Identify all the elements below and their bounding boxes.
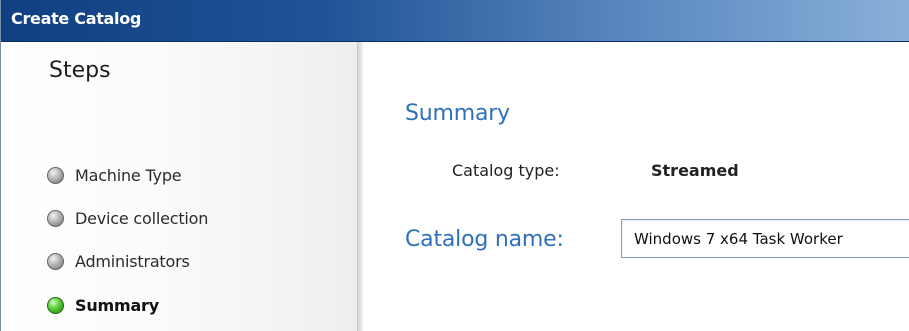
sidebar-item-label: Machine Type	[75, 165, 182, 185]
title-bar: Create Catalog	[1, 0, 909, 42]
window-title: Create Catalog	[11, 9, 142, 28]
sidebar-item-label: Device collection	[75, 208, 209, 228]
sidebar-item-device-collection[interactable]: Device collection	[47, 206, 208, 230]
create-catalog-window: Create Catalog Steps Machine Type Device…	[0, 0, 909, 331]
catalog-name-input[interactable]	[621, 219, 909, 258]
catalog-name-label: Catalog name:	[405, 227, 564, 252]
sidebar-item-label: Summary	[75, 295, 159, 315]
catalog-type-label: Catalog type:	[452, 161, 560, 180]
catalog-type-value: Streamed	[651, 161, 739, 180]
gray-circle-icon	[47, 166, 64, 184]
sidebar-item-label: Administrators	[75, 251, 190, 271]
gray-circle-icon	[47, 252, 64, 270]
page-title: Summary	[405, 101, 510, 126]
green-circle-icon	[47, 296, 64, 314]
gray-circle-icon	[47, 209, 64, 227]
sidebar-item-summary[interactable]: Summary	[47, 293, 159, 317]
summary-panel	[363, 42, 909, 331]
steps-heading: Steps	[49, 58, 111, 83]
sidebar-item-administrators[interactable]: Administrators	[47, 249, 190, 273]
sidebar-item-machine-type[interactable]: Machine Type	[47, 163, 182, 187]
